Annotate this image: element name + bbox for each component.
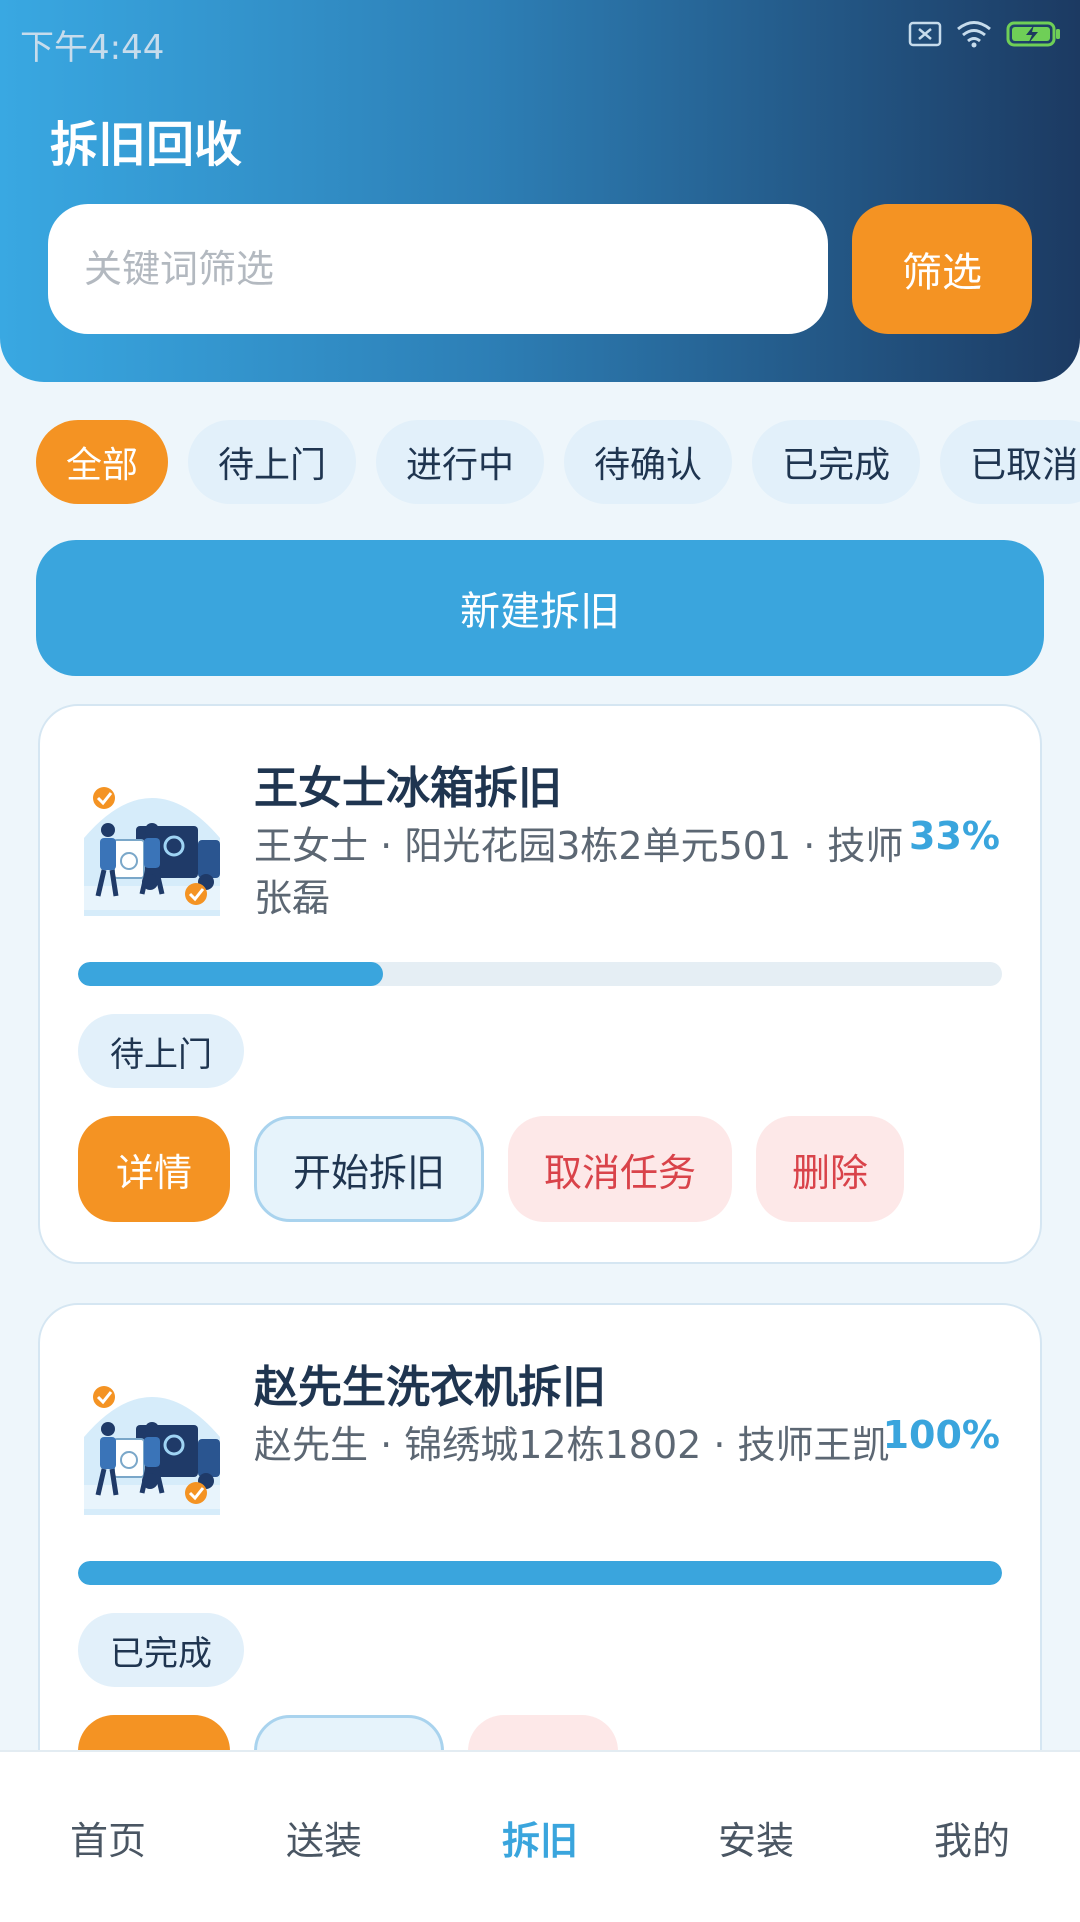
progress-percent: 33% xyxy=(909,814,1000,858)
nav-mine[interactable]: 我的 xyxy=(934,1810,1010,1865)
progress-bar xyxy=(78,962,1002,986)
card-title: 赵先生洗衣机拆旧 xyxy=(254,1362,606,1413)
bottom-nav: 首页 送装 拆旧 安装 我的 xyxy=(0,1750,1080,1922)
status-tabs: 全部 待上门 进行中 待确认 已完成 已取消 xyxy=(36,420,1080,504)
battery-charging-icon xyxy=(1006,21,1060,47)
appliance-removal-illustration xyxy=(84,787,220,916)
card-subtitle: 王女士 · 阳光花园3栋2单元501 · 技师张磊 xyxy=(254,824,904,920)
tab-pending-visit[interactable]: 待上门 xyxy=(188,420,357,504)
tab-pending-confirm[interactable]: 待确认 xyxy=(564,420,733,504)
tab-cancelled[interactable]: 已取消 xyxy=(940,420,1080,504)
status-time: 下午4:44 xyxy=(20,28,165,68)
new-dismantle-button[interactable]: 新建拆旧 xyxy=(36,540,1044,676)
detail-button[interactable]: 详情 xyxy=(78,1116,231,1222)
card-title: 王女士冰箱拆旧 xyxy=(254,763,562,814)
tab-in-progress[interactable]: 进行中 xyxy=(376,420,545,504)
nav-install[interactable]: 安装 xyxy=(718,1810,794,1865)
progress-bar-fill xyxy=(78,962,383,986)
status-icons xyxy=(908,20,1062,48)
page-title: 拆旧回收 xyxy=(50,117,243,173)
status-badge: 待上门 xyxy=(78,1014,244,1088)
tab-completed[interactable]: 已完成 xyxy=(752,420,921,504)
progress-bar xyxy=(78,1561,1002,1585)
progress-percent: 100% xyxy=(882,1413,1000,1457)
tab-all[interactable]: 全部 xyxy=(36,420,169,504)
appliance-removal-illustration xyxy=(84,1386,220,1515)
header: 下午4:44 拆旧回收 筛选 xyxy=(0,0,1080,382)
filter-button[interactable]: 筛选 xyxy=(852,204,1032,334)
nav-delivery[interactable]: 送装 xyxy=(286,1810,362,1865)
card-subtitle: 赵先生 · 锦绣城12栋1802 · 技师王凯 xyxy=(254,1423,890,1467)
nav-dismantle[interactable]: 拆旧 xyxy=(502,1810,578,1865)
wifi-icon xyxy=(957,21,991,48)
no-sim-icon xyxy=(908,21,942,47)
status-badge: 已完成 xyxy=(78,1613,244,1687)
start-dismantle-button[interactable]: 开始拆旧 xyxy=(254,1116,485,1222)
cancel-task-button[interactable]: 取消任务 xyxy=(508,1116,733,1222)
delete-button[interactable]: 删除 xyxy=(756,1116,905,1222)
task-card: 王女士冰箱拆旧 王女士 · 阳光花园3栋2单元501 · 技师张磊 33% 待上… xyxy=(38,704,1042,1264)
nav-home[interactable]: 首页 xyxy=(70,1810,146,1865)
progress-bar-fill xyxy=(78,1561,1002,1585)
search-input[interactable] xyxy=(48,204,828,334)
card-actions: 详情 开始拆旧 取消任务 删除 xyxy=(78,1116,905,1222)
